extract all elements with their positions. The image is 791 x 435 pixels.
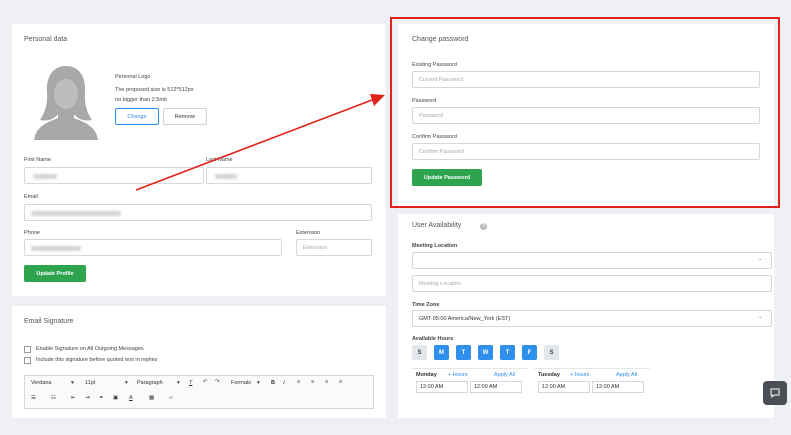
tuesday-apply-all-link[interactable]: Apply All (616, 372, 637, 378)
monday-add-hours-link[interactable]: + Hours (448, 372, 467, 378)
chat-button[interactable] (763, 381, 787, 405)
day-thursday[interactable]: T (500, 345, 515, 360)
day-wednesday[interactable]: W (478, 345, 493, 360)
available-hours-label: Available Hours (412, 336, 454, 342)
tuesday-label: Tuesday (538, 372, 560, 378)
monday-apply-all-link[interactable]: Apply All (494, 372, 515, 378)
tuesday-to-time[interactable]: 12:00 AM (592, 381, 644, 393)
timezone-chevron-icon[interactable]: ⌄ (758, 314, 763, 320)
monday-from-time[interactable]: 12:00 AM (416, 381, 468, 393)
monday-label: Monday (416, 372, 437, 378)
day-monday[interactable]: M (434, 345, 449, 360)
tuesday-add-hours-link[interactable]: + Hours (570, 372, 589, 378)
meeting-location-label: Meeting Location (412, 243, 458, 249)
help-icon[interactable]: ? (480, 223, 487, 230)
tuesday-from-time[interactable]: 12:00 AM (538, 381, 590, 393)
timezone-select[interactable]: GMT-05:00 America/New_York (EST) (412, 310, 772, 327)
meeting-location-field[interactable]: Meeting Location (412, 275, 772, 292)
day-friday[interactable]: F (522, 345, 537, 360)
monday-to-time[interactable]: 12:00 AM (470, 381, 522, 393)
meeting-location-chevron-icon[interactable]: ⌄ (758, 256, 763, 262)
chat-icon (770, 388, 780, 399)
user-availability-card: User Availability ? Meeting Location ⌄ M… (398, 214, 774, 418)
tuesday-hours: Tuesday + Hours Apply All 12:00 AM 12:00… (534, 368, 650, 414)
day-saturday[interactable]: S (544, 345, 559, 360)
monday-hours: Monday + Hours Apply All 12:00 AM 12:00 … (412, 368, 528, 414)
user-availability-title: User Availability (412, 222, 462, 229)
day-tuesday[interactable]: T (456, 345, 471, 360)
meeting-location-select[interactable] (412, 252, 772, 269)
day-sunday[interactable]: S (412, 345, 427, 360)
timezone-label: Time Zone (412, 302, 440, 308)
